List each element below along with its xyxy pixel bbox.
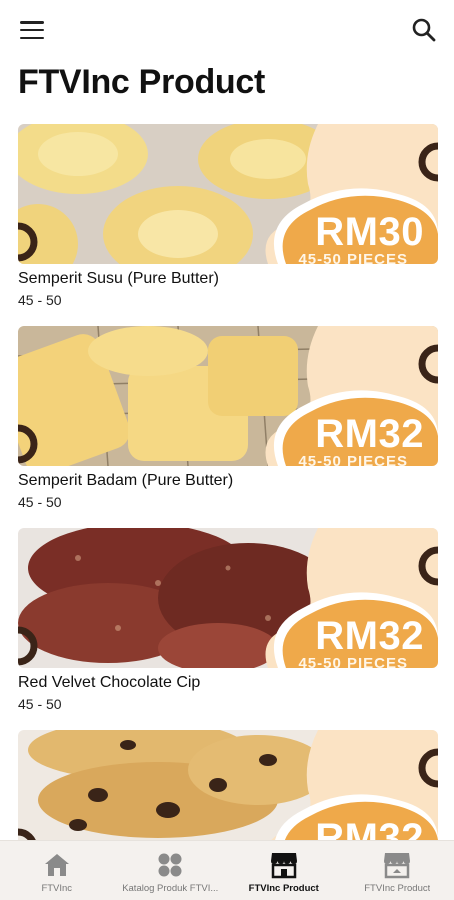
- product-card[interactable]: RM32: [18, 730, 438, 840]
- product-name: Red Velvet Chocolate Cip: [18, 674, 201, 691]
- product-list[interactable]: RM30 45-50 PIECES Semperit Susu (Pure Bu…: [0, 124, 454, 840]
- product-card[interactable]: RM30 45-50 PIECES Semperit Susu (Pure Bu…: [18, 124, 438, 309]
- nav-label: FTVInc Product: [248, 882, 319, 894]
- nav-item-ftvinc-product[interactable]: FTVInc Product: [341, 841, 454, 900]
- product-banner: RM30 45-50 PIECES: [18, 124, 438, 264]
- nav-label: FTVInc Product: [364, 882, 431, 894]
- hamburger-menu-icon[interactable]: [18, 18, 46, 42]
- product-range: 45 - 50: [18, 696, 62, 712]
- pieces-label: 45-50 PIECES: [298, 655, 408, 669]
- price-label: RM32: [315, 816, 424, 840]
- grid-icon: [155, 850, 185, 880]
- product-name: Semperit Badam (Pure Butter): [18, 472, 234, 489]
- page-title: FTVInc Product: [18, 63, 266, 101]
- pieces-label: 45-50 PIECES: [298, 453, 408, 467]
- product-card[interactable]: RM32 45-50 PIECES Semperit Badam (Pure B…: [18, 326, 438, 511]
- product-banner: RM32: [18, 730, 438, 840]
- top-app-bar: [0, 0, 454, 62]
- search-icon[interactable]: [410, 16, 438, 44]
- home-icon: [42, 850, 72, 880]
- price-label: RM32: [315, 614, 424, 658]
- price-label: RM30: [315, 210, 424, 254]
- product-banner: RM32 45-50 PIECES: [18, 326, 438, 466]
- nav-item-katalog[interactable]: Katalog Produk FTVI...: [114, 841, 228, 900]
- product-name: Semperit Susu (Pure Butter): [18, 270, 219, 287]
- product-range: 45 - 50: [18, 292, 62, 308]
- product-range: 45 - 50: [18, 494, 62, 510]
- bottom-navigation: FTVInc Katalog Produk FTVI... FTVInc Pro…: [0, 840, 454, 900]
- pieces-label: 45-50 PIECES: [298, 251, 408, 265]
- store-icon: [382, 850, 412, 880]
- product-banner: RM32 45-50 PIECES: [18, 528, 438, 668]
- nav-label: FTVInc: [41, 882, 73, 894]
- nav-item-ftvinc-product-active[interactable]: FTVInc Product: [227, 841, 341, 900]
- store-icon: [269, 850, 299, 880]
- product-card[interactable]: RM32 45-50 PIECES Red Velvet Chocolate C…: [18, 528, 438, 713]
- nav-label: Katalog Produk FTVI...: [122, 882, 219, 894]
- price-label: RM32: [315, 412, 424, 456]
- nav-item-ftvinc[interactable]: FTVInc: [0, 841, 114, 900]
